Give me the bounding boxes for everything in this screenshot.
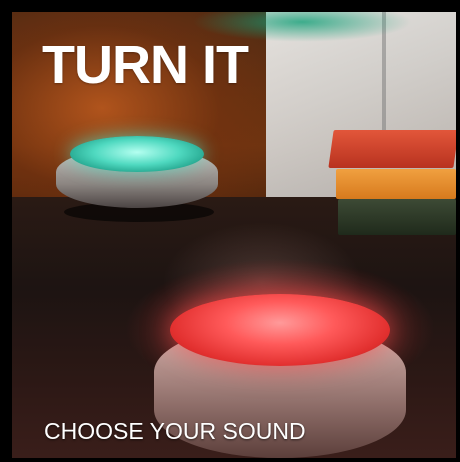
card-title: TURN IT [42,35,249,95]
card-subtitle: CHOOSE YOUR SOUND [44,418,306,444]
teal-sound-button-image [56,130,218,222]
red-button-cap [170,294,390,366]
book-orange [336,169,456,199]
teal-button-cap [70,136,204,172]
promo-card[interactable]: TURN IT CHOOSE YOUR SOUND [12,12,456,458]
book-green [338,199,456,235]
screen-frame: TURN IT CHOOSE YOUR SOUND [0,0,460,462]
book-red [328,130,456,168]
